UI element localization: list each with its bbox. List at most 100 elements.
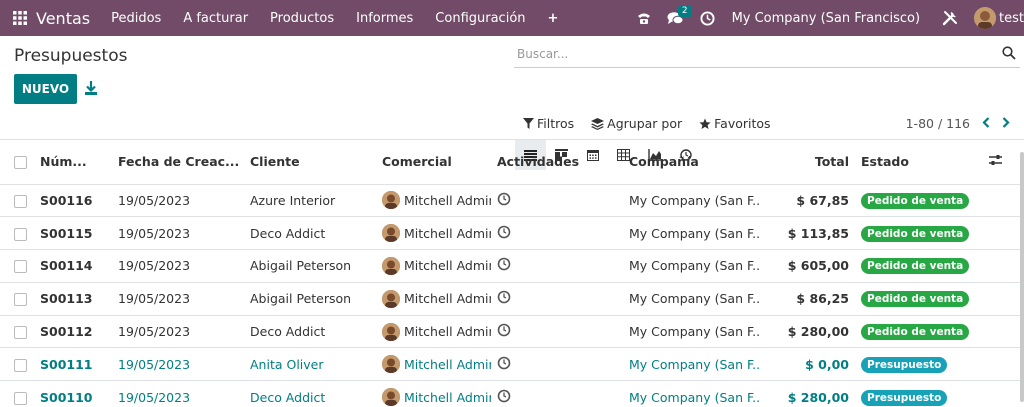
company: My Company (San F...: [623, 216, 759, 251]
activity-clock-icon[interactable]: [497, 225, 511, 242]
total: $ 605,00: [759, 249, 855, 283]
quotations-table: Núm... Fecha de Creac... Cliente Comerci…: [0, 140, 1022, 407]
col-status[interactable]: Estado: [855, 140, 983, 185]
customer: Anita Oliver: [244, 347, 376, 382]
row-checkbox-cell: [0, 347, 34, 382]
row-checkbox[interactable]: [14, 293, 27, 307]
col-activities[interactable]: Actividades: [491, 140, 623, 185]
activities-cell: [491, 315, 623, 349]
row-spacer: [983, 347, 1022, 382]
activity-clock-icon[interactable]: [497, 258, 511, 274]
apps-menu-icon[interactable]: [6, 0, 34, 36]
menu-pedidos[interactable]: Pedidos: [100, 11, 172, 26]
company: My Company (San F...: [623, 347, 759, 382]
row-spacer: [983, 216, 1022, 251]
filters-label: Filtros: [537, 116, 575, 131]
filters-dropdown[interactable]: Filtros: [523, 116, 574, 131]
activity-clock-icon[interactable]: [497, 323, 511, 340]
row-checkbox[interactable]: [14, 194, 27, 208]
salesperson: Mitchell Admin: [404, 356, 491, 372]
main-menu: Pedidos A facturar Productos Informes Co…: [100, 11, 569, 26]
status-badge: Pedido de venta: [861, 258, 970, 275]
layers-icon: [591, 117, 605, 130]
add-menu-button[interactable]: +: [537, 11, 570, 26]
debug-tools-icon[interactable]: [936, 0, 964, 36]
customer: Deco Addict: [244, 216, 376, 251]
total: $ 67,85: [759, 184, 855, 218]
company-switcher[interactable]: My Company (San Francisco): [732, 11, 920, 26]
menu-informes[interactable]: Informes: [345, 11, 424, 26]
vertical-scrollbar[interactable]: [1020, 152, 1024, 402]
select-all-checkbox[interactable]: [14, 156, 27, 170]
creation-date: 19/05/2023: [112, 347, 244, 382]
download-icon[interactable]: [84, 80, 100, 98]
new-button[interactable]: NUEVO: [14, 74, 77, 104]
salesperson-avatar: [382, 289, 400, 308]
status-cell: Presupuesto: [855, 380, 983, 407]
salesperson-cell: Mitchell Admin: [376, 380, 491, 407]
search-icon[interactable]: [1002, 46, 1016, 64]
col-customer[interactable]: Cliente: [244, 140, 376, 185]
activities-cell: [491, 249, 623, 283]
optional-columns-toggle[interactable]: [983, 140, 1022, 185]
navbar-systray: 2 My Company (San Francisco) test: [628, 0, 1024, 36]
row-checkbox[interactable]: [14, 358, 27, 372]
row-checkbox-cell: [0, 315, 34, 349]
chat-icon[interactable]: 2: [662, 0, 692, 36]
group-by-dropdown[interactable]: Agrupar por: [591, 116, 682, 131]
status-badge: Pedido de venta: [861, 192, 970, 209]
favorites-dropdown[interactable]: Favoritos: [699, 116, 771, 131]
salesperson-cell: Mitchell Admin: [376, 184, 491, 218]
table-row[interactable]: S00116 19/05/2023 Azure Interior Mitchell A…: [0, 184, 1022, 218]
customer: Azure Interior: [244, 184, 376, 218]
table-row[interactable]: S00111 19/05/2023 Anita Oliver Mitchell Adm…: [0, 347, 1022, 382]
menu-productos[interactable]: Productos: [259, 11, 345, 26]
user-avatar[interactable]: [974, 7, 997, 29]
row-spacer: [983, 282, 1022, 316]
menu-configuracion[interactable]: Configuración: [424, 11, 536, 26]
col-number[interactable]: Núm...: [34, 140, 112, 185]
col-company[interactable]: Compañía: [623, 140, 759, 185]
status-badge: Pedido de venta: [861, 225, 970, 242]
status-cell: Pedido de venta: [855, 216, 983, 251]
salesperson-cell: Mitchell Admin: [376, 347, 491, 382]
table-row[interactable]: S00110 19/05/2023 Deco Addict Mitchell Admi…: [0, 380, 1022, 407]
row-checkbox-cell: [0, 282, 34, 316]
menu-a-facturar[interactable]: A facturar: [172, 11, 259, 26]
company: My Company (San F...: [623, 249, 759, 283]
total: $ 86,25: [759, 282, 855, 316]
table-row[interactable]: S00112 19/05/2023 Deco Addict Mitchell Admi…: [0, 315, 1022, 349]
clock-icon[interactable]: [694, 0, 722, 36]
salesperson-cell: Mitchell Admin: [376, 282, 491, 316]
activity-clock-icon[interactable]: [497, 356, 511, 373]
salesperson-cell: Mitchell Admin: [376, 249, 491, 283]
col-date[interactable]: Fecha de Creac...: [112, 140, 244, 185]
row-spacer: [983, 380, 1022, 407]
row-checkbox[interactable]: [14, 391, 27, 405]
table-row[interactable]: S00113 19/05/2023 Abigail Peterson Mitchell…: [0, 282, 1022, 316]
search-input[interactable]: [514, 42, 994, 66]
activity-clock-icon[interactable]: [497, 192, 511, 209]
star-icon: [699, 118, 711, 129]
user-name[interactable]: test: [999, 11, 1024, 26]
row-checkbox[interactable]: [14, 227, 27, 241]
pager-previous-icon[interactable]: [982, 116, 990, 131]
row-checkbox[interactable]: [14, 326, 27, 340]
creation-date: 19/05/2023: [112, 216, 244, 251]
row-checkbox[interactable]: [14, 260, 27, 274]
table-row[interactable]: S00114 19/05/2023 Abigail Peterson Mitchell…: [0, 249, 1022, 283]
creation-date: 19/05/2023: [112, 380, 244, 407]
table-row[interactable]: S00115 19/05/2023 Deco Addict Mitchell Admi…: [0, 216, 1022, 251]
creation-date: 19/05/2023: [112, 282, 244, 316]
row-spacer: [983, 184, 1022, 218]
app-name[interactable]: Ventas: [36, 9, 90, 28]
company: My Company (San F...: [623, 380, 759, 407]
col-total[interactable]: Total: [759, 140, 855, 185]
phone-icon[interactable]: [630, 0, 658, 36]
salesperson-avatar: [382, 256, 400, 275]
pager-range[interactable]: 1-80 / 116: [906, 116, 970, 131]
activity-clock-icon[interactable]: [497, 290, 511, 307]
activity-clock-icon[interactable]: [497, 389, 511, 406]
pager-next-icon[interactable]: [1002, 116, 1010, 131]
col-salesperson[interactable]: Comercial: [376, 140, 491, 185]
